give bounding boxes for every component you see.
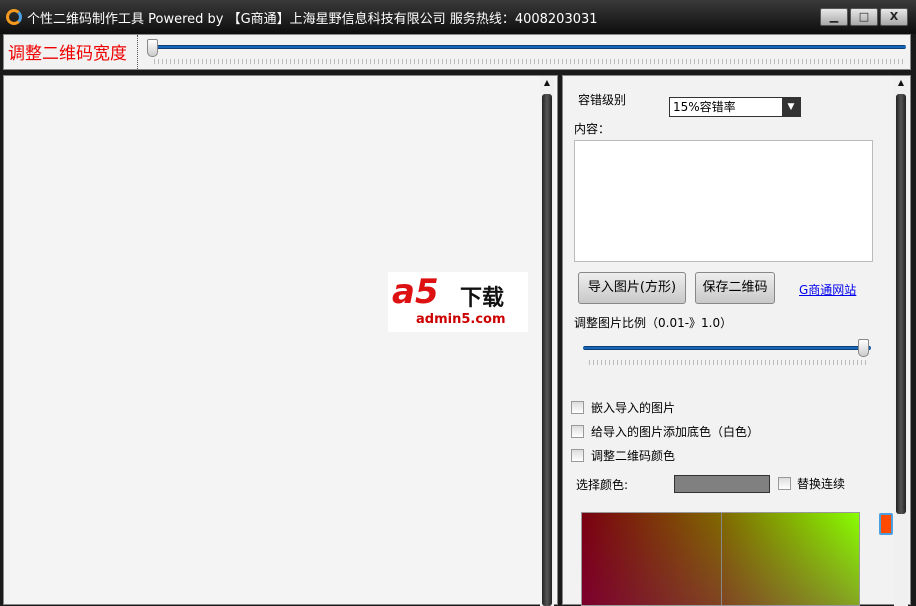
qr-color-checkbox[interactable] <box>571 449 584 462</box>
scroll-up-icon[interactable]: ▲ <box>894 76 908 90</box>
color-palette[interactable] <box>581 512 860 606</box>
settings-scrollbar[interactable]: ▲ <box>894 76 908 606</box>
g-site-link[interactable]: G商通网站 <box>799 281 856 298</box>
bg-color-label: 给导入的图片添加底色（白色） <box>591 425 760 439</box>
content-label: 内容： <box>574 122 611 136</box>
error-level-select[interactable]: 15%容错率 ▼ <box>669 97 801 117</box>
ratio-slider-track[interactable] <box>583 346 871 350</box>
hue-slider-thumb[interactable] <box>879 513 893 535</box>
error-level-label: 容错级别 <box>578 93 627 107</box>
import-image-button[interactable]: 导入图片(方形) <box>578 272 686 304</box>
watermark-url: admin5.com <box>416 312 506 327</box>
scroll-up-icon[interactable]: ▲ <box>540 76 554 90</box>
window-title: 个性二维码制作工具 Powered by 【G商通】上海星野信息科技有限公司 服… <box>27 11 598 27</box>
save-qr-button[interactable]: 保存二维码 <box>695 272 775 304</box>
width-slider-row: 调整二维码宽度 <box>3 34 911 70</box>
width-slider-ticks <box>154 59 904 64</box>
replace-label: 替换连续 <box>797 477 846 491</box>
ratio-slider-ticks <box>589 360 867 365</box>
close-button[interactable]: X <box>880 8 908 26</box>
select-color-label: 选择颜色: <box>576 478 629 492</box>
watermark-a5: a5 <box>392 272 439 312</box>
ratio-slider-thumb[interactable] <box>858 339 869 357</box>
chevron-down-icon[interactable]: ▼ <box>782 98 800 116</box>
embed-image-label: 嵌入导入的图片 <box>591 401 676 415</box>
qr-preview-panel: a5 下载 admin5.com ▲ <box>3 75 558 606</box>
width-slider-track[interactable] <box>152 45 906 49</box>
title-bar: 个性二维码制作工具 Powered by 【G商通】上海星野信息科技有限公司 服… <box>0 0 916 34</box>
watermark-logo: a5 下载 admin5.com <box>388 272 528 332</box>
selected-color-swatch[interactable] <box>674 475 770 493</box>
width-slider-label: 调整二维码宽度 <box>8 44 127 64</box>
ratio-label: 调整图片比例（0.01-》1.0） <box>574 316 733 330</box>
maximize-button[interactable]: □ <box>850 8 878 26</box>
width-slider-thumb[interactable] <box>147 39 158 57</box>
qr-color-label: 调整二维码颜色 <box>591 449 676 463</box>
replace-checkbox[interactable] <box>778 477 791 490</box>
bg-color-checkbox[interactable] <box>571 425 584 438</box>
error-level-value: 15%容错率 <box>673 100 736 114</box>
settings-panel: 容错级别 15%容错率 ▼ 内容： 导入图片(方形) 保存二维码 G商通网站 调… <box>562 75 911 606</box>
app-icon <box>6 9 22 25</box>
minimize-button[interactable]: ▁ <box>820 8 848 26</box>
watermark-text: 下载 <box>460 286 505 311</box>
preview-scrollbar[interactable]: ▲ <box>540 76 554 606</box>
content-textarea[interactable] <box>574 140 873 262</box>
embed-image-checkbox[interactable] <box>571 401 584 414</box>
